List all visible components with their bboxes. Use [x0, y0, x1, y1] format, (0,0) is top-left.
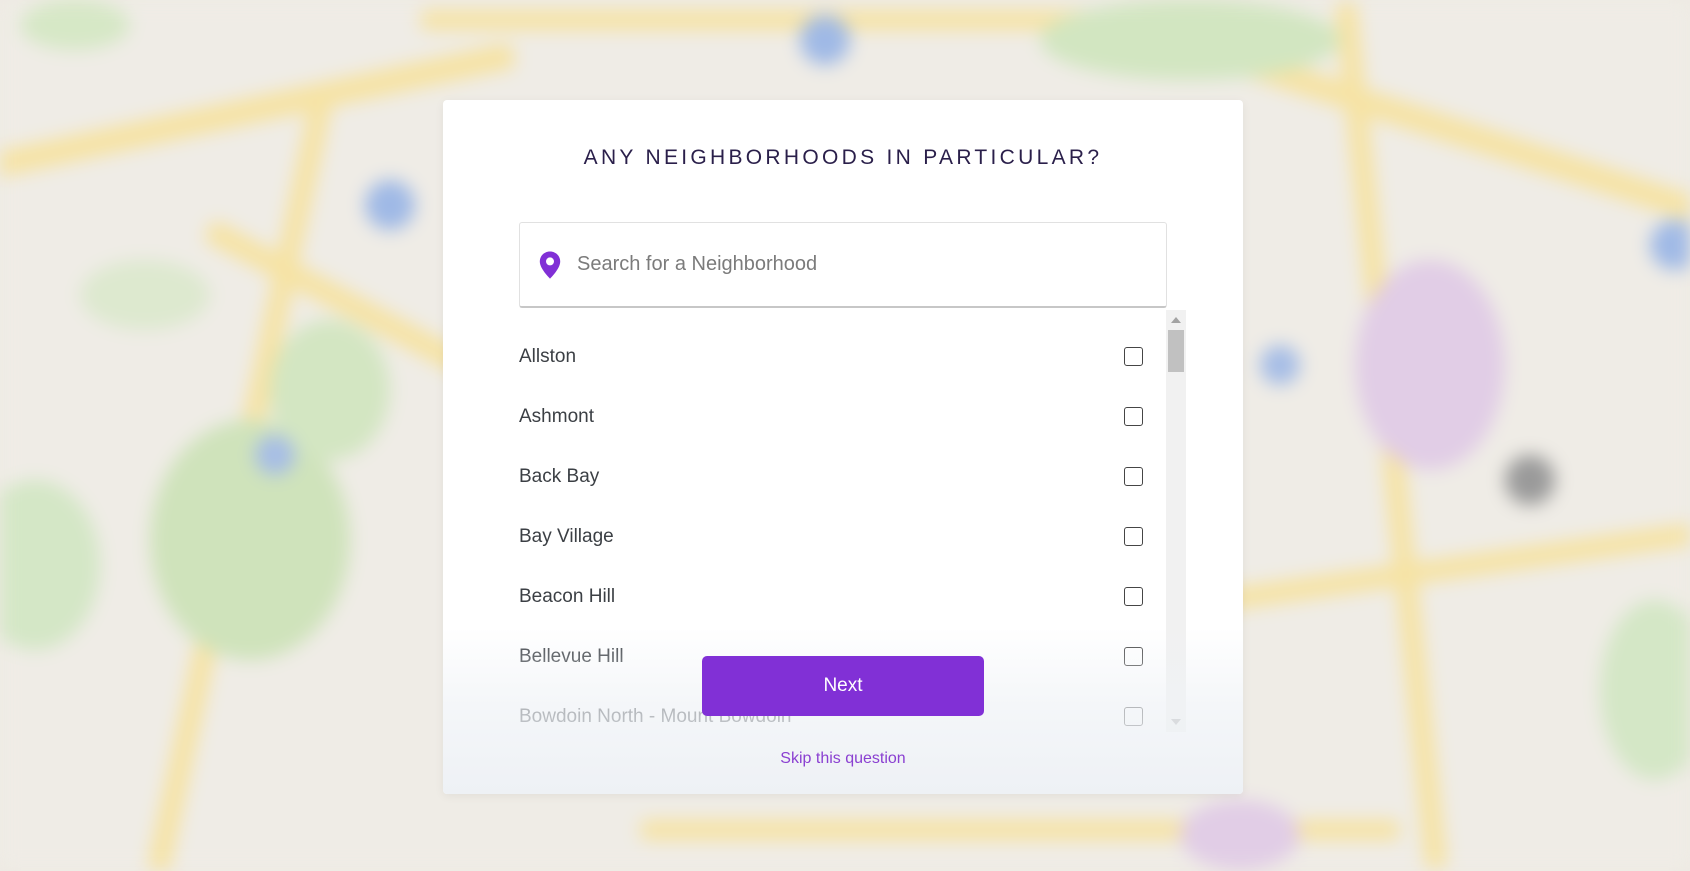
skip-question-link[interactable]: Skip this question [443, 750, 1243, 768]
neighborhood-checkbox-bay-village[interactable] [1124, 527, 1143, 546]
scrollbar-thumb[interactable] [1168, 330, 1184, 372]
neighborhood-option-back-bay[interactable]: Back Bay [519, 447, 1159, 507]
neighborhood-checkbox-ashmont[interactable] [1124, 407, 1143, 426]
scroll-down-arrow-icon[interactable] [1171, 719, 1181, 725]
neighborhood-label: Beacon Hill [519, 586, 616, 607]
neighborhood-option-bay-village[interactable]: Bay Village [519, 507, 1159, 567]
neighborhood-label: Ashmont [519, 406, 594, 427]
neighborhood-label: Bay Village [519, 526, 614, 547]
neighborhood-search-field[interactable] [519, 222, 1167, 308]
modal-title: ANY NEIGHBORHOODS IN PARTICULAR? [583, 146, 1103, 169]
neighborhood-label: Bellevue Hill [519, 646, 624, 667]
neighborhood-option-beacon-hill[interactable]: Beacon Hill [519, 567, 1159, 627]
neighborhood-search-input[interactable] [577, 253, 1137, 276]
neighborhood-option-allston[interactable]: Allston [519, 327, 1159, 387]
list-scrollbar[interactable] [1166, 310, 1186, 732]
map-pin-icon [539, 251, 561, 279]
next-button[interactable]: Next [702, 656, 984, 716]
neighborhood-modal: ANY NEIGHBORHOODS IN PARTICULAR? Allston… [443, 100, 1243, 794]
neighborhood-label: Back Bay [519, 466, 600, 487]
neighborhood-option-ashmont[interactable]: Ashmont [519, 387, 1159, 447]
neighborhood-checkbox-allston[interactable] [1124, 347, 1143, 366]
neighborhood-checkbox-bowdoin-north[interactable] [1124, 707, 1143, 726]
neighborhood-label: Allston [519, 346, 577, 367]
neighborhood-checkbox-bellevue-hill[interactable] [1124, 647, 1143, 666]
neighborhood-checkbox-beacon-hill[interactable] [1124, 587, 1143, 606]
neighborhood-checkbox-back-bay[interactable] [1124, 467, 1143, 486]
scroll-up-arrow-icon[interactable] [1171, 317, 1181, 323]
